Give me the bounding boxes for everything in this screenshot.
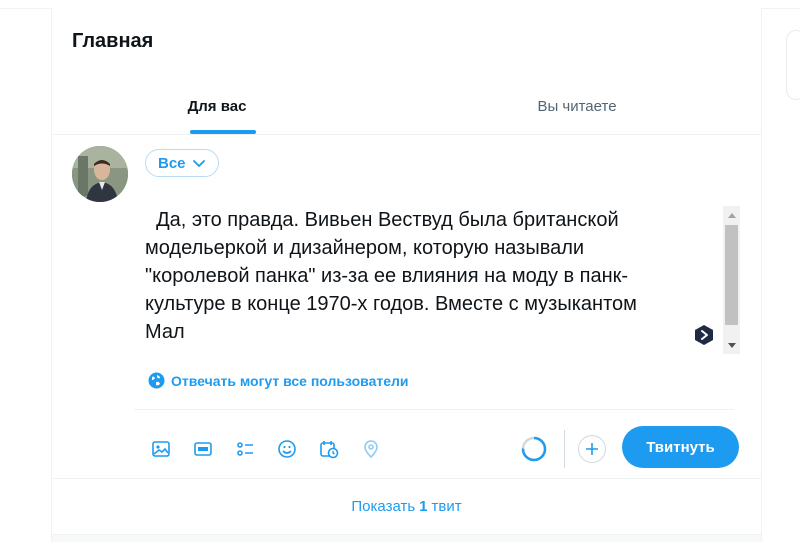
tab-following[interactable]: Вы читаете — [382, 78, 772, 135]
sidebar-search-edge — [786, 30, 800, 100]
emoji-icon — [278, 440, 296, 458]
add-location-button[interactable] — [354, 432, 388, 466]
plus-icon — [586, 443, 598, 455]
character-count-ring — [521, 436, 547, 462]
schedule-button[interactable] — [312, 432, 346, 466]
show-tweets-prefix: Показать — [351, 497, 416, 515]
scroll-up-arrow-icon[interactable] — [723, 206, 740, 223]
composer-divider — [134, 409, 734, 410]
add-gif-button[interactable] — [186, 432, 220, 466]
tab-label: Вы читаете — [537, 98, 617, 115]
show-tweets-suffix: твит — [431, 497, 462, 515]
audience-label: Все — [158, 154, 186, 172]
toolbar-separator — [564, 430, 565, 468]
show-new-tweets-link[interactable]: Показать 1 твит — [52, 478, 761, 534]
schedule-icon — [320, 441, 339, 459]
add-thread-button[interactable] — [578, 435, 606, 463]
audience-selector[interactable]: Все — [145, 149, 219, 177]
location-icon — [364, 440, 378, 459]
image-icon — [152, 441, 170, 457]
composer-toolbar — [144, 432, 396, 466]
scroll-down-arrow-icon[interactable] — [723, 337, 740, 354]
tab-label: Для вас — [187, 98, 247, 115]
reply-permission-button[interactable]: Отвечать могут все пользователи — [148, 372, 409, 389]
page-title: Главная — [72, 30, 154, 52]
gif-icon — [194, 442, 212, 456]
tweet-textarea[interactable]: Да, это правда. Вивьен Вествуд была брит… — [145, 206, 719, 358]
main-column: Главная Для вас Вы читаете Все Да, это п… — [51, 8, 762, 542]
chevron-down-icon — [192, 160, 205, 167]
user-photo — [72, 146, 128, 202]
globe-icon — [148, 372, 165, 389]
add-emoji-button[interactable] — [270, 432, 304, 466]
active-tab-indicator — [190, 130, 256, 134]
writing-assistant-icon[interactable] — [693, 324, 715, 346]
timeline-tabs: Для вас Вы читаете — [52, 78, 761, 135]
add-poll-button[interactable] — [228, 432, 262, 466]
textarea-scrollbar[interactable] — [723, 206, 740, 354]
scrollbar-thumb[interactable] — [725, 225, 738, 325]
add-media-button[interactable] — [144, 432, 178, 466]
tweet-button[interactable]: Твитнуть — [622, 426, 739, 468]
new-tweets-count: 1 — [419, 497, 428, 515]
tab-for-you[interactable]: Для вас — [52, 78, 382, 135]
poll-icon — [237, 442, 253, 456]
reply-permission-label: Отвечать могут все пользователи — [171, 372, 409, 389]
avatar[interactable] — [72, 146, 128, 202]
timeline-start — [52, 534, 761, 542]
